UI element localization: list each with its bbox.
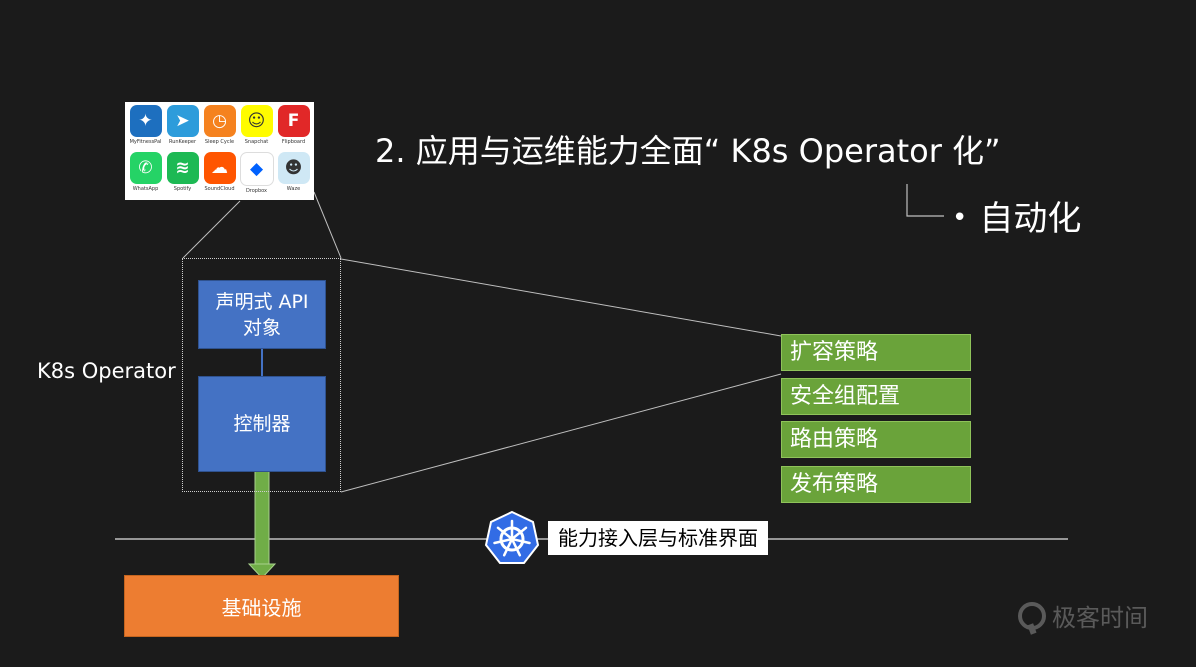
strategy-release: 发布策略 (781, 466, 971, 503)
app-name: MyFitnessPal (129, 139, 162, 145)
strategy-scaling: 扩容策略 (781, 334, 971, 371)
strategy-routing: 路由策略 (781, 421, 971, 458)
app-tile: ◆ Dropbox (239, 152, 274, 197)
figure-icon: ✦ (129, 105, 162, 137)
app-tile: ➤ RunKeeper (165, 105, 200, 150)
interface-layer-label: 能力接入层与标准界面 (548, 521, 768, 555)
app-tile: F Flipboard (276, 105, 311, 150)
app-name: Dropbox (245, 188, 268, 194)
app-tile: ☺ Snapchat (239, 105, 274, 150)
k8s-operator-label: K8s Operator (37, 359, 176, 383)
app-tile: ☻ Waze (276, 152, 311, 197)
infrastructure-box: 基础设施 (124, 575, 399, 637)
waze-icon: ☻ (277, 152, 310, 184)
waves-icon: ≋ (166, 152, 199, 184)
controller-box: 控制器 (198, 376, 326, 472)
zoom-line-right (313, 191, 342, 259)
app-name: SoundCloud (204, 186, 235, 192)
strategy-security-group: 安全组配置 (781, 378, 971, 415)
app-name: Snapchat (244, 139, 269, 145)
zoom-line-top (340, 258, 782, 337)
app-name: WhatsApp (132, 186, 159, 192)
flip-icon: F (277, 105, 310, 137)
clock-icon: ◷ (203, 105, 236, 137)
app-tile: ✆ WhatsApp (128, 152, 163, 197)
bullet-dot: • (952, 203, 968, 233)
app-tile: ≋ Spotify (165, 152, 200, 197)
app-tile: ✦ MyFitnessPal (128, 105, 163, 150)
runner-icon: ➤ (166, 105, 199, 137)
app-name: Sleep Cycle (204, 139, 235, 145)
app-tile: ☁ SoundCloud (202, 152, 237, 197)
app-tile: ◷ Sleep Cycle (202, 105, 237, 150)
ghost-icon: ☺ (240, 105, 273, 137)
subtitle-bullet-item: • 自动化 (952, 194, 1081, 243)
diagram-connectors (115, 184, 1068, 579)
app-name: Spotify (173, 186, 192, 192)
zoom-line-left (182, 200, 241, 259)
app-name: RunKeeper (168, 139, 197, 145)
geektime-logo-text: 极客时间 (1052, 604, 1148, 632)
app-name: Flipboard (281, 139, 306, 145)
phone-icon: ✆ (129, 152, 162, 184)
app-icon-grid: ✦ MyFitnessPal ➤ RunKeeper ◷ Sleep Cycle ☺ Snap… (125, 102, 314, 200)
box-icon: ◆ (239, 152, 274, 186)
cloud-icon: ☁ (203, 152, 236, 184)
geektime-logo: 极客时间 (1018, 598, 1148, 633)
subtitle-bracket (906, 184, 944, 217)
subtitle-text: 自动化 (979, 199, 1082, 239)
slide-title: 2. 应用与运维能力全面“ K8s Operator 化” (375, 132, 1001, 170)
kubernetes-icon (484, 510, 540, 564)
app-name: Waze (286, 186, 301, 192)
geektime-logo-icon (1018, 601, 1046, 630)
zoom-line-bottom (340, 373, 782, 493)
declarative-api-object-box: 声明式 API 对象 (198, 280, 326, 349)
